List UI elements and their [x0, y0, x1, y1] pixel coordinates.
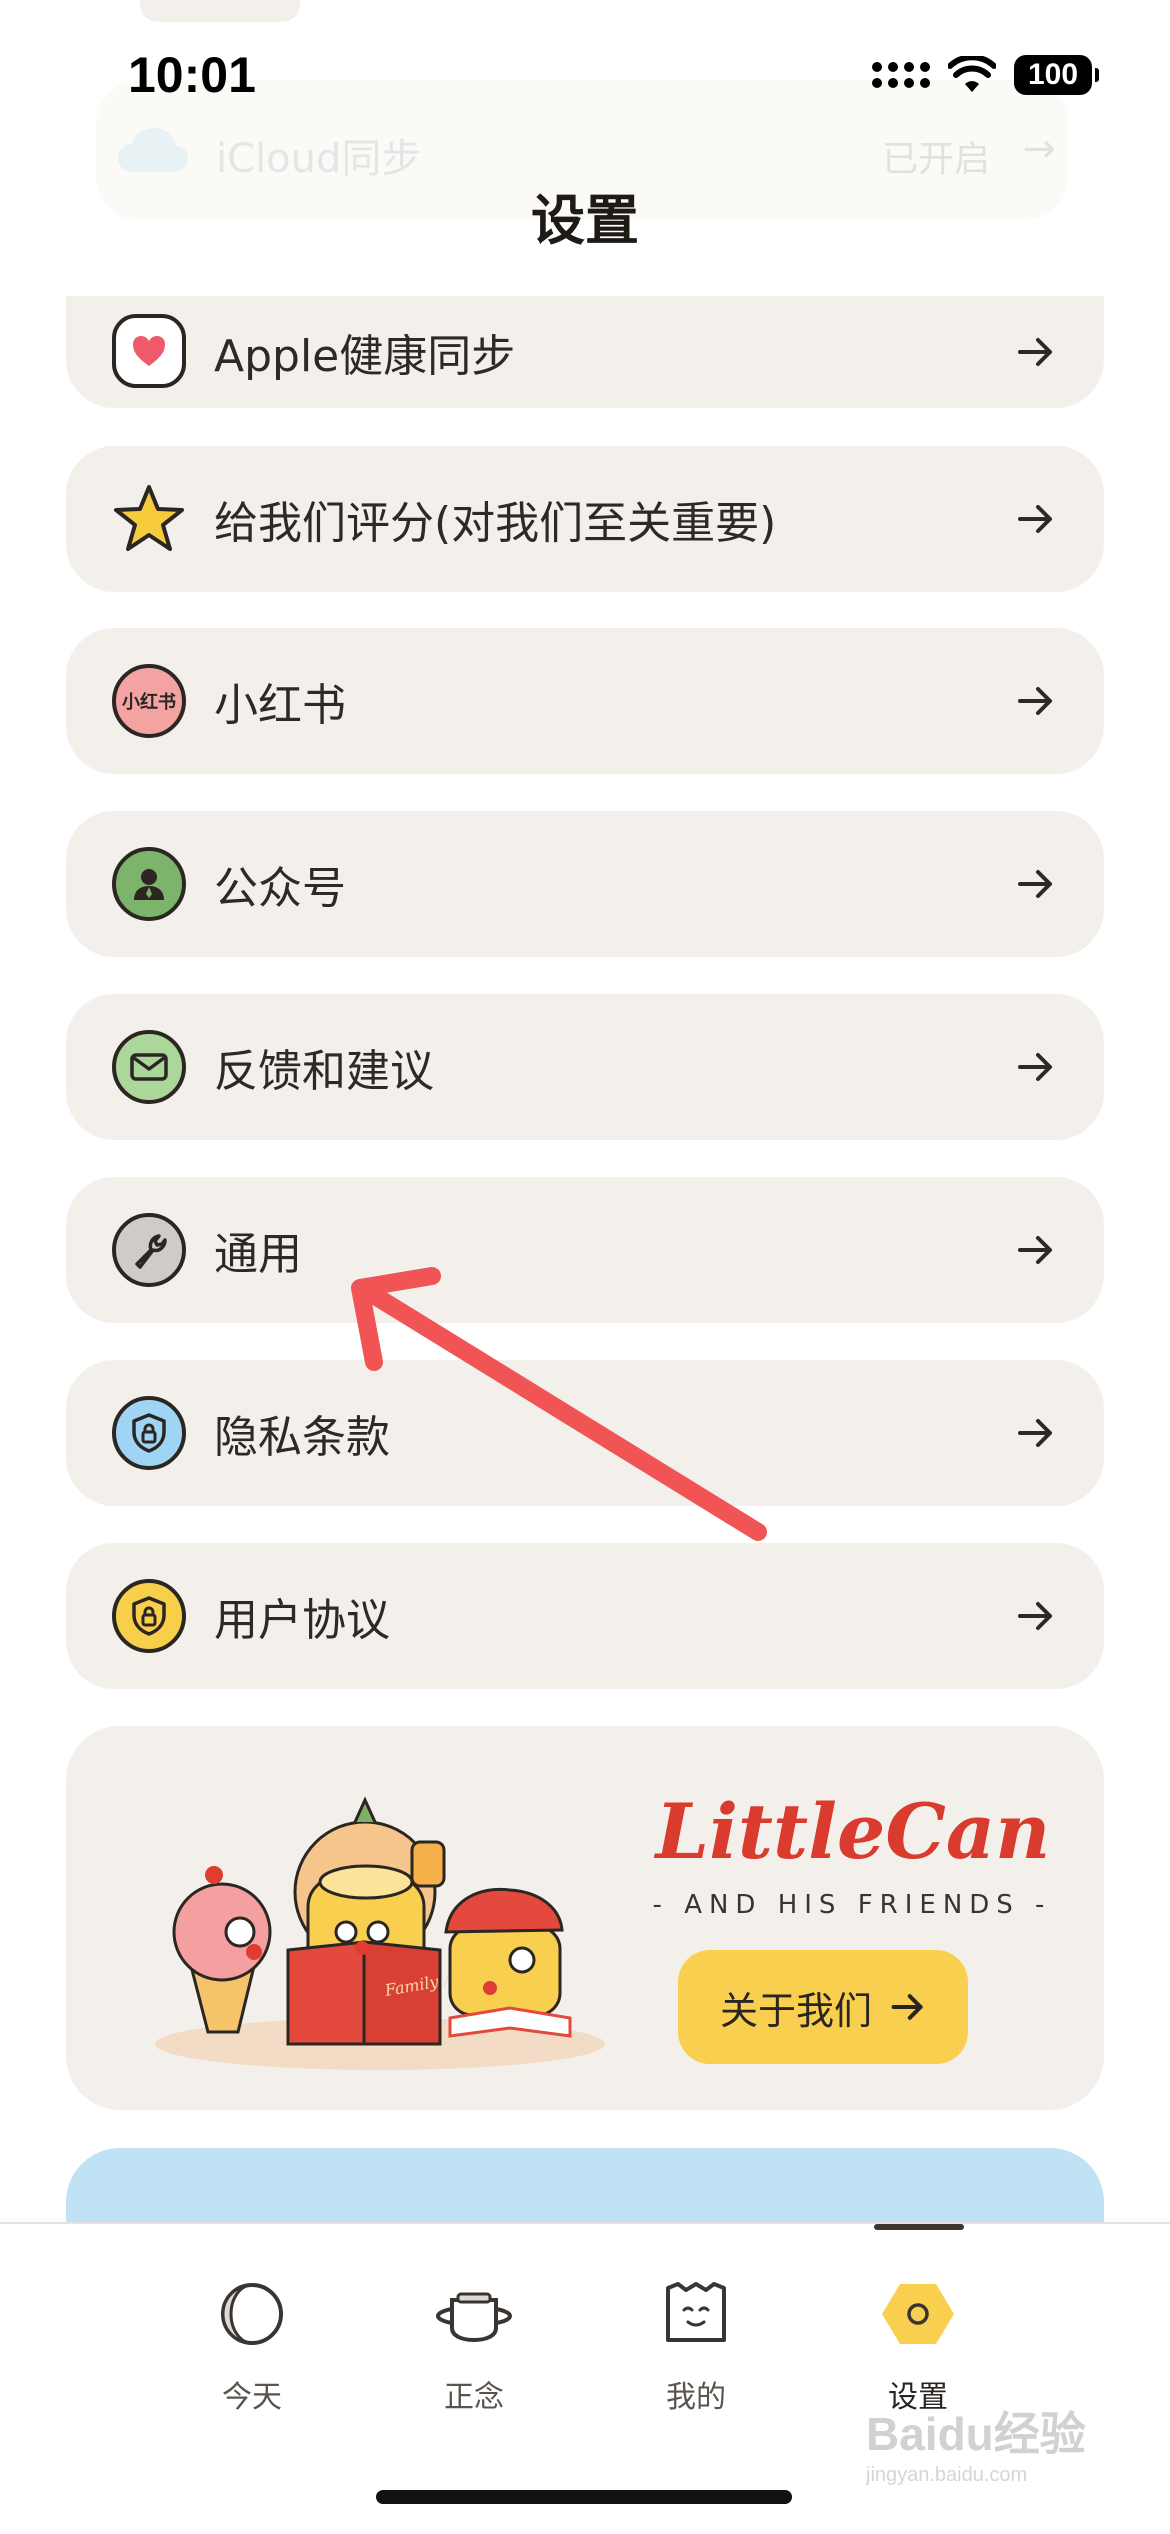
about-us-label: 关于我们 [719, 1988, 872, 2033]
icloud-status: 已开启 [881, 139, 990, 180]
home-indicator [376, 2490, 792, 2504]
arrow-right-icon [1018, 338, 1052, 366]
hexagon-settings-icon [882, 2284, 954, 2344]
settings-row-label: 给我们评分(对我们至关重要) [214, 498, 777, 549]
mail-icon [112, 1030, 186, 1104]
arrow-right-icon [891, 1994, 923, 2020]
settings-row-privacy[interactable]: 隐私条款 [66, 1360, 1104, 1506]
heart-icon [112, 314, 186, 388]
tab-mindfulness[interactable]: 正念 [374, 2274, 574, 2416]
shield-lock-icon [112, 1579, 186, 1653]
circle-today-icon [221, 2283, 283, 2345]
pot-mindfulness-icon [436, 2292, 512, 2343]
arrow-right-icon [1018, 870, 1052, 898]
about-us-button[interactable]: 关于我们 [678, 1950, 968, 2064]
star-icon [112, 482, 186, 556]
settings-row-label: Apple健康同步 [214, 331, 516, 382]
settings-row-general[interactable]: 通用 [66, 1177, 1104, 1323]
settings-row-xiaohongshu[interactable]: 小红书 小红书 [66, 628, 1104, 774]
wechat-account-icon [112, 847, 186, 921]
about-promo-card: Family Album LittleCan - AND HIS FRIENDS… [66, 1726, 1104, 2110]
watermark-text: Baidu经验 [866, 2408, 1086, 2460]
status-time: 10:01 [128, 47, 256, 103]
wifi-icon [948, 56, 996, 92]
cloud-icon [118, 128, 188, 172]
arrow-right-icon [1018, 1053, 1052, 1081]
arrow-right-icon [1018, 1236, 1052, 1264]
settings-row-health[interactable]: Apple健康同步 [66, 296, 1104, 408]
settings-row-label: 小红书 [214, 680, 346, 731]
littlecan-characters-illustration: Family Album [155, 1796, 605, 2070]
settings-row-rate[interactable]: 给我们评分(对我们至关重要) [66, 446, 1104, 592]
settings-row-label: 隐私条款 [214, 1412, 390, 1463]
watermark-url: jingyan.baidu.com [866, 2464, 1028, 2486]
battery-icon: 100 [1014, 55, 1099, 95]
tab-label: 我的 [666, 2380, 726, 2415]
wrench-icon [112, 1213, 186, 1287]
settings-row-label: 反馈和建议 [214, 1046, 434, 1097]
arrow-right-icon [1018, 1602, 1052, 1630]
smiley-box-icon [666, 2282, 726, 2342]
tab-settings[interactable]: 设置 [818, 2274, 1018, 2416]
settings-row-wechat[interactable]: 公众号 [66, 811, 1104, 957]
brand-subtitle: - AND HIS FRIENDS - [652, 1890, 1052, 1920]
baidu-watermark: Baidu经验 jingyan.baidu.com [866, 2398, 1116, 2498]
page-title: 设置 [531, 189, 639, 252]
background-row-icloud: iCloud同步 已开启 → [116, 122, 1056, 182]
tab-label: 今天 [222, 2380, 282, 2415]
tab-today[interactable]: 今天 [152, 2274, 352, 2416]
arrow-right-icon [1018, 1419, 1052, 1447]
settings-row-label: 公众号 [214, 863, 346, 914]
settings-row-label: 用户协议 [214, 1595, 390, 1646]
shield-lock-icon [112, 1396, 186, 1470]
littlecan-logo: LittleCan [654, 1787, 1051, 1876]
background-card-top [140, 0, 300, 22]
arrow-right-icon [1018, 687, 1052, 715]
cellular-signal-icon [872, 62, 930, 88]
tab-label: 正念 [444, 2380, 504, 2415]
settings-row-feedback[interactable]: 反馈和建议 [66, 994, 1104, 1140]
svg-text:LittleCan: LittleCan [654, 1787, 1051, 1876]
settings-row-user-agreement[interactable]: 用户协议 [66, 1543, 1104, 1689]
status-icons: 100 [872, 52, 1099, 98]
arrow-right-icon: → [1022, 126, 1056, 172]
settings-row-label: 通用 [214, 1229, 302, 1280]
tab-mine[interactable]: 我的 [596, 2274, 796, 2416]
active-tab-indicator [874, 2224, 964, 2230]
xiaohongshu-icon: 小红书 [112, 664, 186, 738]
arrow-right-icon [1018, 505, 1052, 533]
